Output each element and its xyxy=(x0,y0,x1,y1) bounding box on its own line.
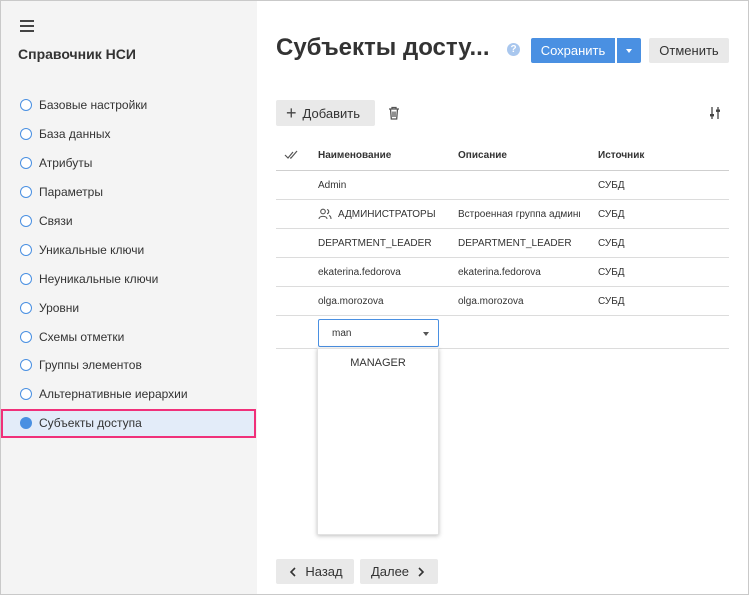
add-button-label: Добавить xyxy=(302,105,360,121)
column-header-name[interactable]: Наименование xyxy=(318,140,450,170)
select-all-icon[interactable] xyxy=(284,140,304,170)
sidebar-item-label: Атрибуты xyxy=(39,156,93,171)
select-value: man xyxy=(332,327,352,339)
help-icon[interactable]: ? xyxy=(507,43,520,56)
back-button-label: Назад xyxy=(305,564,343,579)
cell-source: СУБД xyxy=(598,237,625,249)
sidebar-title: Справочник НСИ xyxy=(18,46,136,62)
sidebar-item-alt-hierarchies[interactable]: Альтернативные иерархии xyxy=(1,380,257,409)
sidebar-item-levels[interactable]: Уровни xyxy=(1,293,257,322)
radio-icon xyxy=(20,272,32,285)
cell-description: Встроенная группа админи xyxy=(458,208,580,220)
sidebar-item-label: Неуникальные ключи xyxy=(39,271,159,286)
radio-selected-icon xyxy=(20,417,32,430)
sidebar-item-relations[interactable]: Связи xyxy=(1,207,257,236)
table-row[interactable]: DEPARTMENT_LEADER DEPARTMENT_LEADER СУБД xyxy=(276,229,729,258)
sidebar-item-access-subjects[interactable]: Субъекты доступа xyxy=(1,408,256,438)
plus-icon: + xyxy=(286,103,297,123)
double-check-icon xyxy=(284,150,298,159)
next-button-label: Далее xyxy=(370,564,410,579)
cell-name: Admin xyxy=(318,179,347,191)
sidebar-item-label: Базовые настройки xyxy=(39,98,148,113)
page-title: Субъекты досту... xyxy=(276,34,490,61)
cell-description: olga.morozova xyxy=(458,295,524,307)
sidebar-item-database[interactable]: База данных xyxy=(1,120,257,149)
cell-name: olga.morozova xyxy=(318,295,384,307)
radio-icon xyxy=(20,128,32,141)
sidebar-item-label: Субъекты доступа xyxy=(39,416,142,431)
sidebar-item-label: Группы элементов xyxy=(39,358,142,373)
chevron-right-icon xyxy=(418,566,425,577)
radio-icon xyxy=(20,301,32,314)
table-row[interactable]: Admin СУБД xyxy=(276,171,729,200)
sidebar-item-marking-schemes[interactable]: Схемы отметки xyxy=(1,322,257,351)
dropdown-option[interactable]: MANAGER xyxy=(318,349,438,377)
cell-name: АДМИНИСТРАТОРЫ xyxy=(318,200,450,228)
chevron-left-icon xyxy=(290,566,296,577)
autocomplete-dropdown: MANAGER xyxy=(317,348,439,535)
cell-description xyxy=(458,171,580,199)
access-subjects-table: Наименование Описание Источник Admin СУБ… xyxy=(276,140,729,349)
cell-source: СУБД xyxy=(598,295,625,307)
sidebar-item-base-settings[interactable]: Базовые настройки xyxy=(1,91,257,120)
column-header-source[interactable]: Источник xyxy=(598,140,718,170)
cell-source: СУБД xyxy=(598,179,625,191)
save-options-button[interactable] xyxy=(617,38,641,63)
next-button[interactable]: Далее xyxy=(360,559,438,584)
cancel-button[interactable]: Отменить xyxy=(649,38,729,63)
cell-source: СУБД xyxy=(598,266,625,278)
sidebar-item-label: Альтернативные иерархии xyxy=(39,387,188,402)
sidebar-item-label: Связи xyxy=(39,214,73,228)
sidebar-item-element-groups[interactable]: Группы элементов xyxy=(1,351,257,380)
sidebar-item-label: Параметры xyxy=(39,185,103,200)
cell-source: СУБД xyxy=(598,208,625,220)
cell-description: ekaterina.fedorova xyxy=(458,266,541,278)
name-select-input[interactable]: man xyxy=(318,319,439,347)
radio-icon xyxy=(20,157,32,170)
hamburger-menu-icon[interactable] xyxy=(20,20,34,32)
sidebar-item-unique-keys[interactable]: Уникальные ключи xyxy=(1,235,257,264)
sidebar-item-attributes[interactable]: Атрибуты xyxy=(1,149,257,178)
cell-name-label: АДМИНИСТРАТОРЫ xyxy=(338,208,436,220)
add-button[interactable]: + Добавить xyxy=(276,100,375,126)
back-button[interactable]: Назад xyxy=(276,559,354,584)
sidebar-item-label: Уровни xyxy=(39,300,80,315)
sidebar-item-parameters[interactable]: Параметры xyxy=(1,178,257,207)
radio-icon xyxy=(20,330,32,343)
radio-icon xyxy=(20,186,32,199)
sidebar-item-label: Схемы отметки xyxy=(39,329,125,344)
settings-sliders-icon[interactable] xyxy=(708,105,722,121)
radio-icon xyxy=(20,359,32,372)
cell-name: ekaterina.fedorova xyxy=(318,266,401,278)
user-group-icon xyxy=(318,208,332,220)
radio-icon xyxy=(20,388,32,401)
radio-icon xyxy=(20,215,32,227)
caret-down-icon xyxy=(626,48,632,53)
table-row[interactable]: ekaterina.fedorova ekaterina.fedorova СУ… xyxy=(276,258,729,287)
table-row[interactable]: olga.morozova olga.morozova СУБД xyxy=(276,287,729,316)
cell-name: DEPARTMENT_LEADER xyxy=(318,237,432,249)
caret-down-icon xyxy=(423,332,429,336)
radio-icon xyxy=(20,99,32,112)
trash-icon[interactable] xyxy=(387,105,401,121)
radio-icon xyxy=(20,243,32,256)
save-button[interactable]: Сохранить xyxy=(531,38,615,63)
table-row[interactable]: АДМИНИСТРАТОРЫ Встроенная группа админи … xyxy=(276,200,729,229)
cell-description: DEPARTMENT_LEADER xyxy=(458,237,572,249)
sidebar-item-nonunique-keys[interactable]: Неуникальные ключи xyxy=(1,264,257,293)
table-row-editing[interactable]: man xyxy=(276,316,729,349)
column-header-description[interactable]: Описание xyxy=(458,140,580,170)
sidebar-nav: Базовые настройки База данных Атрибуты П… xyxy=(1,91,257,438)
sidebar-item-label: База данных xyxy=(39,127,111,142)
sidebar: Справочник НСИ Базовые настройки База да… xyxy=(1,1,257,594)
table-header: Наименование Описание Источник xyxy=(276,140,729,171)
sidebar-item-label: Уникальные ключи xyxy=(39,242,145,257)
